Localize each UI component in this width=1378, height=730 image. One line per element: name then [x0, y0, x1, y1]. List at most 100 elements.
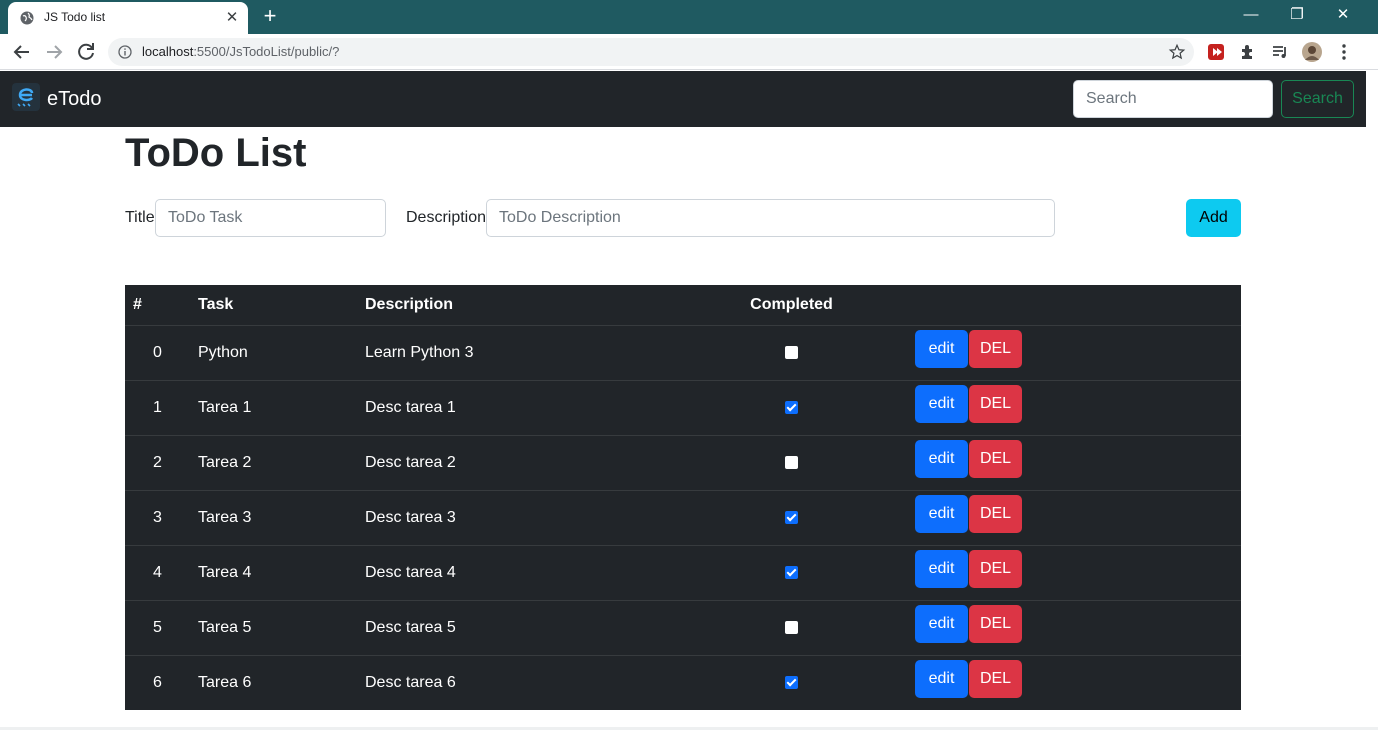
row-completed-cell: [685, 380, 898, 436]
row-task: Tarea 3: [190, 490, 357, 546]
etodo-logo-icon[interactable]: [12, 83, 40, 111]
restore-button[interactable]: ❐: [1274, 4, 1320, 28]
row-completed-cell: [685, 325, 898, 381]
row-task: Tarea 5: [190, 600, 357, 656]
table-row: 2 Tarea 2 Desc tarea 2 edit DEL: [125, 435, 1241, 491]
browser-toolbar: localhost:5500/JsTodoList/public/?: [0, 34, 1378, 70]
row-description: Desc tarea 5: [357, 600, 685, 656]
row-task: Tarea 6: [198, 673, 252, 691]
browser-titlebar: JS Todo list ✕ + — ❐ ✕: [0, 0, 1378, 34]
row-actions: edit DEL: [898, 380, 1241, 436]
extension-play-icon[interactable]: [1206, 42, 1226, 62]
row-task: Tarea 4: [190, 545, 357, 601]
brand-name[interactable]: eTodo: [47, 88, 102, 111]
page-title: ToDo List: [125, 131, 307, 175]
row-number: 4: [125, 545, 190, 601]
browser-tab[interactable]: JS Todo list ✕: [8, 2, 248, 34]
delete-button[interactable]: DEL: [969, 549, 1022, 588]
row-description: Desc tarea 1: [357, 380, 685, 436]
completed-checkbox[interactable]: [785, 510, 798, 524]
description-label: Description: [406, 209, 487, 226]
edit-button[interactable]: edit: [915, 384, 968, 423]
info-icon[interactable]: [118, 45, 132, 59]
row-number: 3: [125, 490, 190, 546]
edit-button[interactable]: edit: [915, 604, 968, 643]
close-window-button[interactable]: ✕: [1320, 4, 1366, 28]
app-navbar: eTodo Search: [0, 71, 1366, 127]
add-button[interactable]: Add: [1186, 199, 1241, 237]
table-row: 1 Tarea 1 Desc tarea 1 edit DEL: [125, 380, 1241, 436]
row-number: 5: [125, 600, 190, 656]
todo-table: # Task Description Completed 0 Python Lear…: [125, 285, 1241, 710]
table-body: 0 Python Learn Python 3 edit DEL 1 Tarea 1 Desc…: [125, 325, 1241, 710]
row-number: 1: [125, 380, 190, 436]
url-text: localhost:5500/JsTodoList/public/?: [142, 44, 339, 59]
row-task: Python: [190, 325, 357, 381]
minimize-button[interactable]: —: [1228, 4, 1274, 28]
row-actions: edit DEL: [898, 325, 1241, 381]
delete-button[interactable]: DEL: [969, 494, 1022, 533]
title-label: Title: [125, 209, 155, 226]
url-host: localhost: [142, 44, 194, 59]
row-completed-cell: [685, 545, 898, 601]
table-header-row: # Task Description Completed: [125, 285, 1241, 326]
row-actions: edit DEL: [898, 435, 1241, 491]
address-bar[interactable]: localhost:5500/JsTodoList/public/?: [108, 38, 1194, 66]
row-description: Desc tarea 6: [365, 673, 456, 691]
back-arrow-icon[interactable]: [10, 40, 34, 64]
edit-button[interactable]: edit: [915, 494, 968, 533]
more-menu-icon[interactable]: [1334, 42, 1354, 62]
completed-checkbox[interactable]: [785, 565, 798, 579]
table-row: 0 Python Learn Python 3 edit DEL: [125, 325, 1241, 381]
tab-title: JS Todo list: [44, 10, 106, 24]
search-input[interactable]: [1073, 80, 1273, 118]
row-completed-cell: [685, 490, 898, 546]
description-input[interactable]: [486, 199, 1055, 237]
row-actions: edit DEL: [898, 655, 1241, 710]
edit-button[interactable]: edit: [915, 549, 968, 588]
delete-button[interactable]: DEL: [969, 604, 1022, 643]
extensions-puzzle-icon[interactable]: [1238, 42, 1258, 62]
table-row: 3 Tarea 3 Desc tarea 3 edit DEL: [125, 490, 1241, 546]
profile-avatar[interactable]: [1302, 42, 1322, 62]
row-number: 0: [125, 325, 190, 381]
edit-button[interactable]: edit: [915, 659, 968, 698]
title-input[interactable]: [155, 199, 386, 237]
completed-checkbox[interactable]: [785, 455, 798, 469]
row-number: 2: [125, 435, 190, 491]
star-icon[interactable]: [1168, 43, 1186, 61]
completed-checkbox[interactable]: [785, 676, 798, 690]
row-task: Tarea 2: [190, 435, 357, 491]
completed-checkbox[interactable]: [785, 620, 798, 634]
row-actions: edit DEL: [898, 600, 1241, 656]
close-tab-icon[interactable]: ✕: [222, 8, 242, 28]
table-row: 4 Tarea 4 Desc tarea 4 edit DEL: [125, 545, 1241, 601]
delete-button[interactable]: DEL: [969, 439, 1022, 478]
row-completed-cell: [685, 655, 898, 710]
new-tab-button[interactable]: +: [258, 5, 282, 29]
header-number: #: [125, 285, 190, 326]
delete-button[interactable]: DEL: [969, 384, 1022, 423]
edit-button[interactable]: edit: [915, 329, 968, 368]
row-description: Learn Python 3: [357, 325, 685, 381]
table-row: 5 Tarea 5 Desc tarea 5 edit DEL: [125, 600, 1241, 656]
url-path: :5500/JsTodoList/public/?: [193, 44, 340, 59]
media-queue-icon[interactable]: [1270, 42, 1290, 62]
edit-button[interactable]: edit: [915, 439, 968, 478]
reload-icon[interactable]: [74, 40, 98, 64]
row-actions: edit DEL: [898, 490, 1241, 546]
row-actions: edit DEL: [898, 545, 1241, 601]
table-row: 6 Tarea 6 Desc tarea 6 edit DEL: [125, 655, 1241, 710]
row-description: Desc tarea 2: [357, 435, 685, 491]
search-button[interactable]: Search: [1281, 80, 1354, 118]
header-completed: Completed: [685, 285, 898, 326]
delete-button[interactable]: DEL: [969, 659, 1022, 698]
completed-checkbox[interactable]: [785, 400, 798, 414]
row-number: 6: [153, 673, 162, 691]
row-description: Desc tarea 3: [357, 490, 685, 546]
completed-checkbox[interactable]: [785, 345, 798, 359]
forward-arrow-icon[interactable]: [42, 40, 66, 64]
header-task: Task: [190, 285, 357, 326]
delete-button[interactable]: DEL: [969, 329, 1022, 368]
row-task: Tarea 1: [190, 380, 357, 436]
